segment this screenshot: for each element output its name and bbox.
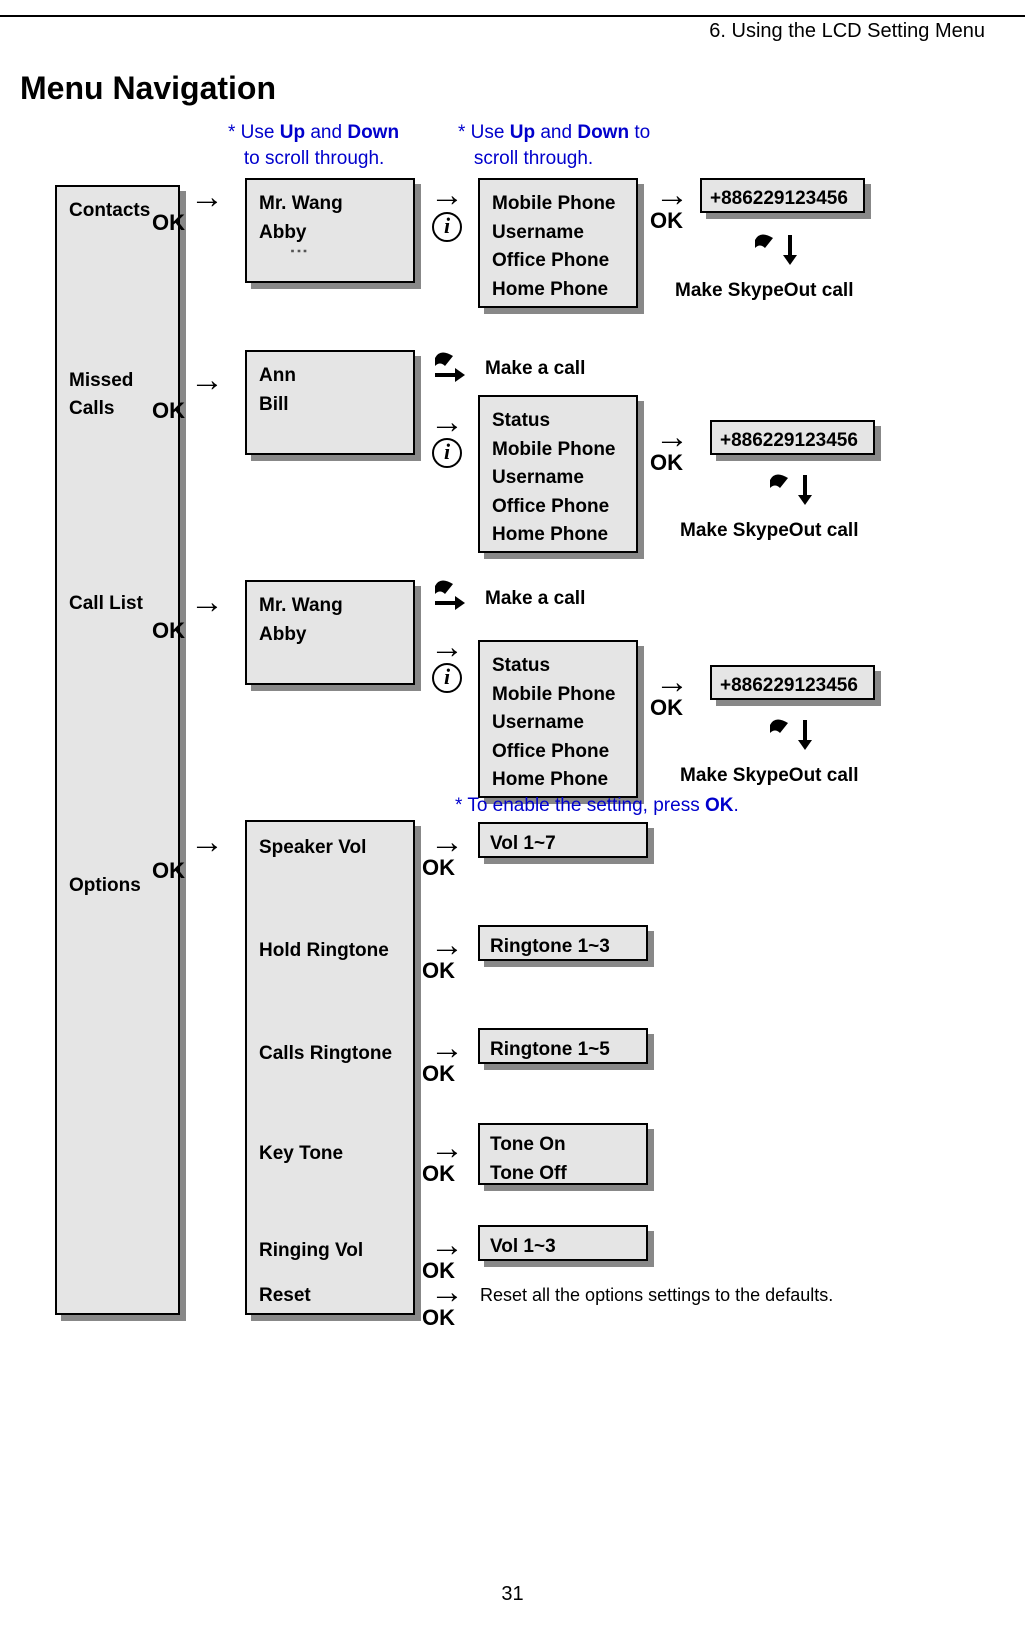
vol13-box: Vol 1~3	[478, 1225, 648, 1261]
arrow-icon: →	[430, 405, 464, 439]
opt-calls-ringtone: Calls Ringtone	[259, 1040, 392, 1069]
arrow-icon: →	[190, 180, 224, 214]
ok-label: OK	[650, 450, 683, 476]
phone-icon	[760, 715, 830, 760]
arrow-icon: →	[430, 1031, 464, 1065]
ok-label: OK	[152, 618, 185, 644]
ok-label: OK	[422, 1305, 455, 1331]
opt-speaker-vol: Speaker Vol	[259, 834, 366, 863]
missed-details-box: Status Mobile Phone Username Office Phon…	[478, 395, 638, 553]
arrow-icon: →	[655, 665, 689, 699]
make-call-label: Make a call	[485, 588, 585, 610]
call-arrow-icon	[430, 578, 470, 618]
opt-hold-ringtone: Hold Ringtone	[259, 937, 389, 966]
arrow-icon: →	[655, 420, 689, 454]
phone-icon	[760, 470, 830, 515]
info-icon: i	[432, 663, 462, 693]
scroll-note-1: * Use Up and Down to scroll through.	[228, 120, 399, 171]
options-list-box: Speaker Vol Hold Ringtone Calls Ringtone…	[245, 820, 415, 1315]
ringtone15-box: Ringtone 1~5	[478, 1028, 648, 1064]
page-title: Menu Navigation	[20, 70, 276, 107]
missed-names-box: Ann Bill	[245, 350, 415, 455]
vol17-box: Vol 1~7	[478, 822, 648, 858]
call-arrow-icon	[430, 350, 470, 390]
ringtone13-box: Ringtone 1~3	[478, 925, 648, 961]
skypeout-label-3: Make SkypeOut call	[680, 765, 858, 787]
contact-details-box: Mobile Phone Username Office Phone Home …	[478, 178, 638, 308]
info-icon: i	[432, 212, 462, 242]
arrow-icon: →	[430, 1228, 464, 1262]
phone-box-2: +886229123456	[710, 420, 875, 455]
opt-reset: Reset	[259, 1282, 311, 1311]
ok-label: OK	[422, 855, 455, 881]
contacts-names-box: Mr. Wang Abby ⋮	[245, 178, 415, 283]
arrow-icon: →	[430, 1275, 464, 1309]
ok-label: OK	[152, 210, 185, 236]
ok-label: OK	[152, 858, 185, 884]
arrow-icon: →	[430, 825, 464, 859]
ok-label: OK	[152, 398, 185, 424]
page-header: 6. Using the LCD Setting Menu	[709, 20, 985, 43]
arrow-icon: →	[190, 363, 224, 397]
ok-label: OK	[422, 1061, 455, 1087]
enable-note: * To enable the setting, press OK.	[455, 793, 739, 819]
arrow-icon: →	[430, 928, 464, 962]
page-number: 31	[0, 1583, 1025, 1606]
main-menu-box: Contacts Missed Calls Call List Options	[55, 185, 180, 1315]
arrow-icon: →	[190, 825, 224, 859]
phone-box-3: +886229123456	[710, 665, 875, 700]
ok-label: OK	[650, 208, 683, 234]
arrow-icon: →	[430, 1131, 464, 1165]
arrow-icon: →	[655, 178, 689, 212]
menu-options: Options	[69, 872, 141, 901]
arrow-icon: →	[190, 585, 224, 619]
ok-label: OK	[422, 1161, 455, 1187]
keytone-box: Tone On Tone Off	[478, 1123, 648, 1185]
scroll-note-2: * Use Up and Down to scroll through.	[458, 120, 650, 171]
info-icon: i	[432, 438, 462, 468]
reset-text: Reset all the options settings to the de…	[480, 1285, 833, 1306]
arrow-icon: →	[430, 178, 464, 212]
menu-call-list: Call List	[69, 590, 143, 619]
skypeout-label-1: Make SkypeOut call	[675, 280, 853, 302]
ok-label: OK	[422, 958, 455, 984]
skypeout-label-2: Make SkypeOut call	[680, 520, 858, 542]
phone-icon	[745, 230, 815, 278]
menu-missed-l2: Calls	[69, 395, 114, 424]
calllist-details-box: Status Mobile Phone Username Office Phon…	[478, 640, 638, 798]
make-call-label: Make a call	[485, 358, 585, 380]
ok-label: OK	[650, 695, 683, 721]
opt-key-tone: Key Tone	[259, 1140, 343, 1169]
menu-missed-l1: Missed	[69, 367, 133, 396]
phone-box-1: +886229123456	[700, 178, 865, 213]
opt-ringing-vol: Ringing Vol	[259, 1237, 363, 1266]
menu-contacts: Contacts	[69, 197, 150, 226]
arrow-icon: →	[430, 630, 464, 664]
calllist-names-box: Mr. Wang Abby	[245, 580, 415, 685]
